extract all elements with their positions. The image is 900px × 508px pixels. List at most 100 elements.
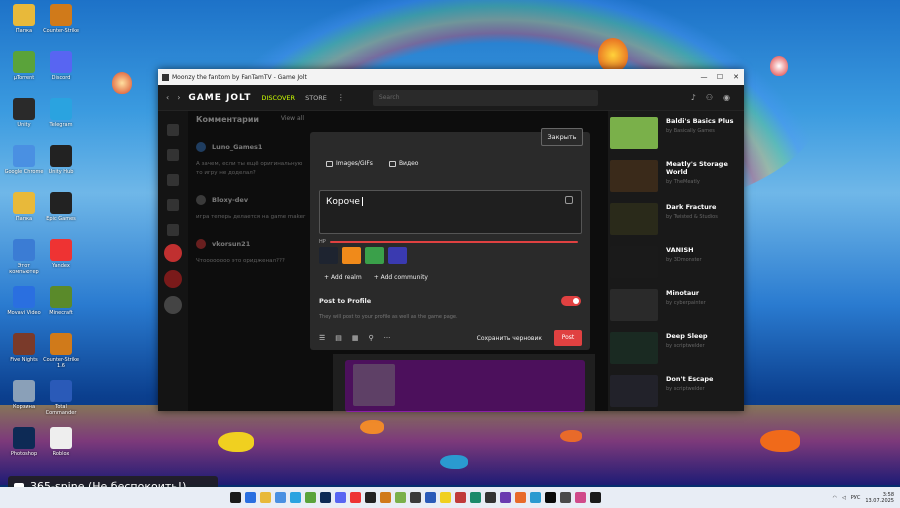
tab-images[interactable]: Images/GIFs (326, 160, 373, 167)
tag-icon[interactable]: ⚲ (369, 334, 374, 342)
game-list-item[interactable]: Meatly's Storage World by TheMeatly (610, 160, 740, 203)
volume-icon[interactable]: ◁ (842, 495, 846, 501)
user-avatar-icon[interactable]: ◉ (723, 93, 730, 102)
poll-icon[interactable]: ▤ (335, 334, 342, 342)
calendar-icon[interactable]: ▦ (352, 334, 359, 342)
taskbar-app-icon[interactable] (560, 492, 571, 503)
game-list-item[interactable]: Deep Sleep by scriptwelder (610, 332, 740, 375)
desktop-icon[interactable]: Папка (4, 4, 44, 50)
background-swatch[interactable] (365, 247, 384, 264)
taskbar-app-icon[interactable] (350, 492, 361, 503)
game-title[interactable]: Minotaur (666, 289, 706, 297)
add-realm-button[interactable]: + Add realm (324, 274, 362, 281)
game-thumbnail[interactable] (610, 289, 658, 321)
minimize-icon[interactable]: — (696, 73, 712, 81)
game-thumbnail[interactable] (610, 246, 658, 278)
background-swatch[interactable] (319, 247, 338, 264)
desktop-icon[interactable]: Unity (4, 98, 44, 144)
desktop-icon[interactable]: Yandex (41, 239, 81, 285)
nav-store[interactable]: STORE (305, 94, 327, 102)
game-thumbnail[interactable] (610, 160, 658, 192)
post-to-profile-toggle[interactable] (561, 296, 581, 306)
tab-video[interactable]: Видео (388, 160, 418, 167)
taskbar-app-icon[interactable] (320, 492, 331, 503)
desktop-icon[interactable]: µTorrent (4, 51, 44, 97)
desktop-icon[interactable]: Five Nights (4, 333, 44, 379)
friends-icon[interactable]: ⚇ (706, 93, 713, 102)
taskbar-app-icon[interactable] (500, 492, 511, 503)
language-indicator[interactable]: РУС (851, 495, 861, 501)
taskbar-app-icon[interactable] (290, 492, 301, 503)
game-list-item[interactable]: Minotaur by cyberpainter (610, 289, 740, 332)
taskbar-app-icon[interactable] (485, 492, 496, 503)
game-list-item[interactable]: Baldi's Basics Plus by Basically Games (610, 117, 740, 160)
desktop-icon[interactable]: Discord (41, 51, 81, 97)
desktop-icon[interactable]: Этот компьютер (4, 239, 44, 285)
post-button[interactable]: Post (554, 330, 582, 346)
taskbar-app-icon[interactable] (590, 492, 601, 503)
taskbar-app-icon[interactable] (365, 492, 376, 503)
desktop-icon[interactable]: Epic Games (41, 192, 81, 238)
wifi-icon[interactable]: ◠ (833, 495, 837, 501)
game-title[interactable]: Meatly's Storage World (666, 160, 740, 176)
desktop-icon[interactable]: Total Commander (41, 380, 81, 426)
sidebar-settings-icon[interactable] (167, 224, 179, 236)
close-icon[interactable]: ✕ (728, 73, 744, 81)
notification-bell-icon[interactable]: ♪ (691, 93, 696, 102)
game-thumbnail[interactable] (610, 203, 658, 235)
desktop-icon[interactable]: Корзина (4, 380, 44, 426)
background-swatch[interactable] (388, 247, 407, 264)
background-swatch[interactable] (342, 247, 361, 264)
maximize-icon[interactable]: ☐ (712, 73, 728, 81)
nav-discover[interactable]: DISCOVER (261, 94, 295, 102)
desktop-icon[interactable]: Telegram (41, 98, 81, 144)
game-title[interactable]: Don't Escape (666, 375, 713, 383)
taskbar-app-icon[interactable] (440, 492, 451, 503)
game-title[interactable]: Baldi's Basics Plus (666, 117, 733, 125)
sidebar-store-icon[interactable] (167, 149, 179, 161)
taskbar-app-icon[interactable] (470, 492, 481, 503)
taskbar-app-icon[interactable] (410, 492, 421, 503)
sidebar-community-avatar[interactable] (164, 244, 182, 262)
desktop-icon[interactable]: Minecraft (41, 286, 81, 332)
game-title[interactable]: Deep Sleep (666, 332, 708, 340)
desktop-icon[interactable]: Google Chrome (4, 145, 44, 191)
taskbar-app-icon[interactable] (575, 492, 586, 503)
format-icon[interactable]: ☰ (319, 334, 325, 342)
search-input[interactable]: Search (372, 89, 598, 106)
desktop-icon[interactable]: Counter-Strike 1.6 (41, 333, 81, 379)
sidebar-home-icon[interactable] (167, 124, 179, 136)
save-draft-button[interactable]: Сохранить черновик (477, 335, 542, 342)
game-list-item[interactable]: Don't Escape by scriptwelder (610, 375, 740, 411)
back-icon[interactable]: ‹ (166, 93, 169, 102)
game-list-item[interactable]: Dark Fracture by Twisted & Studios (610, 203, 740, 246)
taskbar-app-icon[interactable] (395, 492, 406, 503)
post-text-input[interactable]: Короче (319, 190, 582, 234)
desktop-icon[interactable]: Unity Hub (41, 145, 81, 191)
desktop-icon[interactable]: Photoshop (4, 427, 44, 473)
forward-icon[interactable]: › (177, 93, 180, 102)
sidebar-community-avatar[interactable] (164, 270, 182, 288)
taskbar-app-icon[interactable] (380, 492, 391, 503)
taskbar-app-icon[interactable] (455, 492, 466, 503)
taskbar-app-icon[interactable] (530, 492, 541, 503)
taskbar-app-icon[interactable] (275, 492, 286, 503)
desktop-icon[interactable]: Counter-Strike (41, 4, 81, 50)
taskbar-app-icon[interactable] (245, 492, 256, 503)
taskbar-app-icon[interactable] (335, 492, 346, 503)
game-list-item[interactable]: VANISH by 3Dmonster (610, 246, 740, 289)
taskbar-app-icon[interactable] (545, 492, 556, 503)
more-icon[interactable]: ⋮ (337, 93, 345, 102)
game-title[interactable]: VANISH (666, 246, 702, 254)
game-thumbnail[interactable] (610, 117, 658, 149)
emoji-icon[interactable] (565, 196, 573, 204)
taskbar-app-icon[interactable] (305, 492, 316, 503)
close-modal-button[interactable]: Закрыть (541, 128, 583, 146)
game-title[interactable]: Dark Fracture (666, 203, 718, 211)
taskbar-app-icon[interactable] (260, 492, 271, 503)
taskbar-app-icon[interactable] (515, 492, 526, 503)
taskbar-app-icon[interactable] (230, 492, 241, 503)
sidebar-community-avatar[interactable] (164, 296, 182, 314)
sidebar-library-icon[interactable] (167, 174, 179, 186)
game-thumbnail[interactable] (610, 332, 658, 364)
